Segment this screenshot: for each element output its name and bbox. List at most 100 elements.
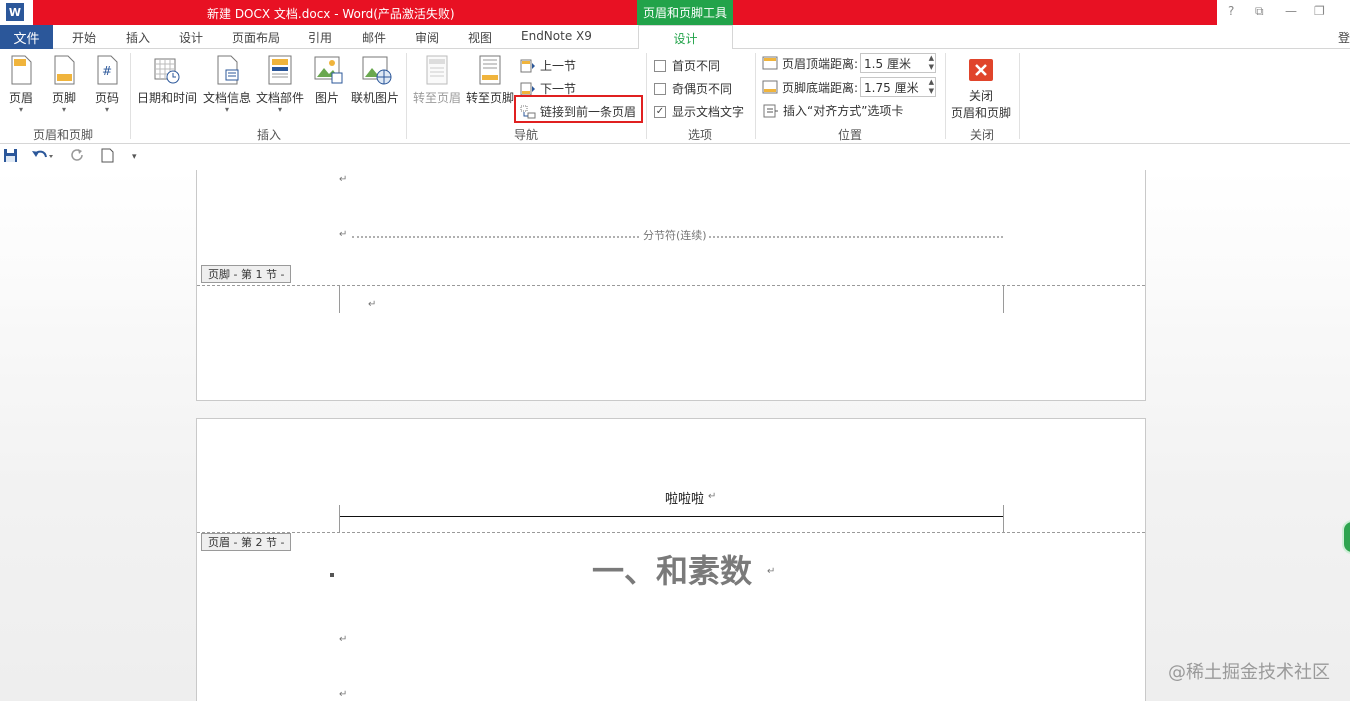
restore-icon[interactable]: ❐	[1314, 4, 1325, 18]
calendar-clock-icon	[154, 55, 180, 85]
quick-parts-icon	[267, 55, 293, 85]
goto-header-button[interactable]: 转至页眉	[413, 55, 461, 106]
check-icon: ✓	[654, 105, 666, 118]
save-icon[interactable]	[3, 148, 18, 167]
picture-icon	[314, 55, 343, 85]
tab-insert[interactable]: 插入	[126, 29, 150, 46]
side-assistant-icon[interactable]	[1342, 520, 1350, 554]
show-document-text-checkbox[interactable]: ✓ 显示文档文字	[654, 103, 744, 120]
previous-section-icon	[520, 59, 536, 73]
tab-view[interactable]: 视图	[468, 29, 492, 46]
header-border-line	[339, 516, 1003, 517]
word-app-icon[interactable]: W	[6, 3, 24, 21]
header-distance-icon	[762, 56, 778, 70]
paragraph-mark: ↵	[339, 174, 348, 185]
redo-icon[interactable]	[70, 148, 85, 167]
margin-corner-mark	[339, 286, 340, 313]
quick-access-toolbar: ▾	[0, 144, 1350, 170]
header-top-distance-input[interactable]	[860, 53, 937, 73]
online-picture-button[interactable]: 联机图片	[351, 55, 399, 106]
highlight-link-to-previous	[514, 95, 643, 123]
group-separator	[646, 53, 647, 139]
insert-alignment-tab-button[interactable]: 插入“对齐方式”选项卡	[763, 102, 903, 119]
context-tool-label: 页眉和页脚工具	[637, 0, 733, 25]
margin-corner-mark	[1003, 286, 1004, 313]
group-label-position: 位置	[838, 128, 863, 142]
goto-footer-icon	[477, 55, 503, 85]
group-label-navigation: 导航	[514, 128, 539, 142]
previous-section-button[interactable]: 上一节	[520, 57, 576, 74]
group-label-insert: 插入	[257, 128, 282, 142]
heading-1[interactable]: 一、和素数	[592, 546, 752, 592]
next-section-icon	[520, 82, 536, 96]
footer-section-1-tag: 页脚 - 第 1 节 -	[201, 265, 292, 283]
help-icon[interactable]: ?	[1228, 4, 1234, 18]
footer-button[interactable]: 页脚 ▾	[51, 55, 77, 114]
chevron-down-icon: ▾	[18, 105, 23, 114]
header-icon	[8, 55, 34, 85]
watermark-text: @稀土掘金技术社区	[1168, 662, 1330, 683]
paragraph-mark: ↵	[708, 491, 717, 502]
sign-in-link[interactable]: 登	[1338, 29, 1350, 46]
undo-icon[interactable]	[31, 148, 53, 167]
quick-parts-button[interactable]: 文档部件 ▾	[256, 55, 304, 114]
page-number-button[interactable]: # 页码 ▾	[94, 55, 120, 114]
group-separator	[1019, 53, 1020, 139]
picture-button[interactable]: 图片	[314, 55, 343, 106]
tab-layout[interactable]: 页面布局	[232, 29, 280, 46]
chevron-down-icon: ▾	[104, 105, 109, 114]
first-page-different-checkbox[interactable]: 首页不同	[654, 57, 720, 74]
chevron-down-icon: ▾	[225, 105, 230, 114]
paragraph-mark: ↵	[339, 229, 348, 240]
paragraph-mark: ↵	[368, 299, 377, 310]
svg-text:#: #	[102, 64, 112, 78]
window-title: 新建 DOCX 文档.docx - Word(产品激活失败)	[207, 7, 455, 21]
tab-references[interactable]: 引用	[308, 29, 332, 46]
paragraph-mark: ↵	[339, 689, 348, 700]
tab-review[interactable]: 审阅	[415, 29, 439, 46]
customize-icon[interactable]: ▾	[132, 152, 137, 162]
header-button[interactable]: 页眉 ▾	[8, 55, 34, 114]
tab-endnote[interactable]: EndNote X9	[521, 29, 592, 43]
tab-design-doc[interactable]: 设计	[179, 29, 203, 46]
footer-bottom-distance-input[interactable]	[860, 77, 937, 97]
header-top-distance: 页眉顶端距离: ▲▼	[762, 53, 937, 73]
footer-distance-icon	[762, 80, 778, 94]
paragraph-mark: ↵	[339, 634, 348, 645]
close-header-footer-button[interactable]: 关闭 页眉和页脚	[951, 59, 1011, 121]
document-info-icon	[214, 55, 240, 85]
tab-file[interactable]: 文件	[0, 25, 53, 49]
new-doc-icon[interactable]	[101, 148, 114, 167]
title-bar: W 新建 DOCX 文档.docx - Word(产品激活失败) 页眉和页脚工具…	[0, 0, 1350, 25]
ribbon-display-icon[interactable]: ⧉	[1255, 4, 1264, 19]
group-separator	[130, 53, 131, 139]
header-boundary-line	[197, 532, 1145, 533]
spinner-arrows-icon[interactable]: ▲ ▼	[929, 54, 934, 72]
alignment-tab-icon	[763, 104, 779, 118]
bullet-mark	[330, 573, 334, 577]
paragraph-mark: ↵	[767, 566, 776, 577]
goto-header-icon	[424, 55, 450, 85]
page-number-icon: #	[94, 55, 120, 85]
group-separator	[755, 53, 756, 139]
chevron-down-icon: ▾	[278, 105, 283, 114]
checkbox-box	[654, 59, 666, 72]
header-section-2-tag: 页眉 - 第 2 节 -	[201, 533, 292, 551]
group-label-header-footer: 页眉和页脚	[33, 128, 94, 142]
minimize-icon[interactable]: —	[1285, 4, 1297, 18]
date-time-button[interactable]: 日期和时间	[137, 55, 197, 106]
spinner-arrows-icon[interactable]: ▲ ▼	[929, 78, 934, 96]
checkbox-box	[654, 82, 666, 95]
odd-even-different-checkbox[interactable]: 奇偶页不同	[654, 80, 732, 97]
tab-mailings[interactable]: 邮件	[362, 29, 386, 46]
group-separator	[406, 53, 407, 139]
header-text[interactable]: 啦啦啦	[665, 488, 704, 507]
group-separator	[945, 53, 946, 139]
tab-home[interactable]: 开始	[72, 29, 96, 46]
footer-icon	[51, 55, 77, 85]
document-info-button[interactable]: 文档信息 ▾	[203, 55, 251, 114]
goto-footer-button[interactable]: 转至页脚	[466, 55, 514, 106]
margin-corner-mark	[339, 505, 340, 532]
ribbon-tabs: 文件 开始 插入 设计 页面布局 引用 邮件 审阅 视图 EndNote X9 …	[0, 25, 1350, 50]
tab-design-header-footer[interactable]: 设计	[638, 25, 733, 50]
